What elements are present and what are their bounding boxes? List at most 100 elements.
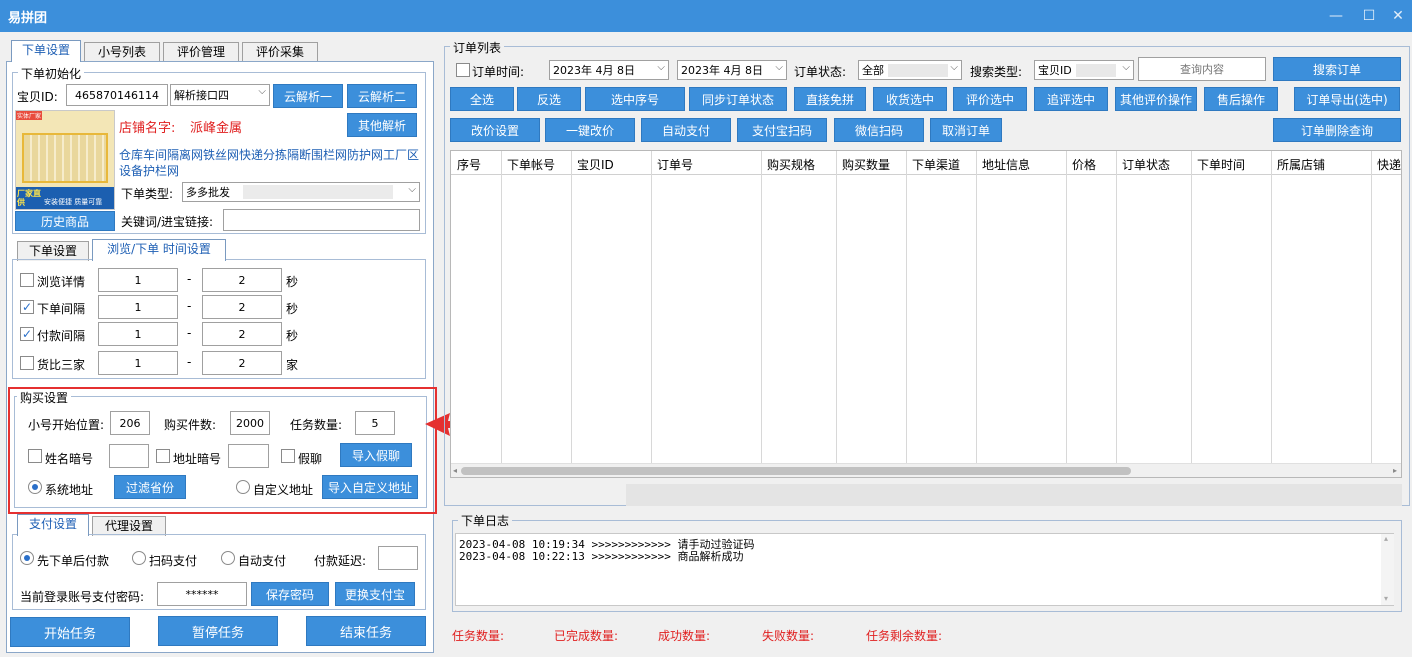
column-header[interactable]: 序号 [457,156,481,173]
direct-free-button[interactable]: 直接免拼 [794,87,866,111]
timing-min-input[interactable]: 1 [98,351,178,375]
timing-max-input[interactable]: 2 [202,268,282,292]
save-password-button[interactable]: 保存密码 [251,582,329,606]
filter-province-button[interactable]: 过滤省份 [114,475,186,499]
column-header[interactable]: 宝贝ID [577,156,614,173]
order-type-select[interactable]: 多多批发 ⌵ [182,182,420,202]
column-header[interactable]: 购买规格 [767,156,815,173]
pause-task-button[interactable]: 暂停任务 [158,616,278,646]
other-parse-button[interactable]: 其他解析 [347,113,417,137]
tab-review-collect[interactable]: 评价采集 [242,42,318,62]
close-icon[interactable]: ✕ [1388,6,1408,26]
column-header[interactable]: 下单渠道 [912,156,960,173]
after-sale-button[interactable]: 售后操作 [1204,87,1278,111]
addr-code-input[interactable] [228,444,269,468]
start-pos-input[interactable]: 206 [110,411,150,435]
minimize-icon[interactable]: — [1326,6,1346,26]
timing-max-input[interactable]: 2 [202,295,282,319]
scroll-up-icon[interactable]: ▴ [1384,534,1388,543]
receive-selected-button[interactable]: 收货选中 [873,87,947,111]
history-items-button[interactable]: 历史商品 [15,211,115,231]
qr-pay-radio[interactable] [132,551,146,565]
column-header[interactable]: 订单号 [657,156,693,173]
fake-chat-checkbox[interactable] [281,449,295,463]
pay-password-input[interactable]: ****** [157,582,247,606]
maximize-icon[interactable]: ☐ [1359,6,1379,26]
search-type-select[interactable]: 宝贝ID ⌵ [1034,60,1134,80]
tab-review-manage[interactable]: 评价管理 [163,42,239,62]
search-orders-button[interactable]: 搜索订单 [1273,57,1401,81]
name-code-input[interactable] [109,444,149,468]
scroll-right-icon[interactable]: ▸ [1393,466,1397,475]
log-textarea[interactable]: 2023-04-08 10:19:34 >>>>>>>>>>>> 请手动过验证码… [455,533,1394,606]
order-interval-checkbox[interactable]: ✓ [20,300,34,314]
system-address-radio[interactable] [28,480,42,494]
import-fake-chat-button[interactable]: 导入假聊 [340,443,412,467]
subtab-order-settings[interactable]: 下单设置 [17,241,89,261]
scroll-left-icon[interactable]: ◂ [453,466,457,475]
vertical-scrollbar[interactable]: ▴ ▾ [1381,534,1394,605]
item-id-input[interactable]: 465870146114 [66,84,168,106]
timing-max-input[interactable]: 2 [202,322,282,346]
query-input[interactable]: 查询内容 [1138,57,1266,81]
cloud-parse-1-button[interactable]: 云解析一 [273,84,343,108]
invert-select-button[interactable]: 反选 [517,87,581,111]
timing-max-input[interactable]: 2 [202,351,282,375]
auto-pay-button[interactable]: 自动支付 [641,118,731,142]
orders-table[interactable]: 序号 下单帐号 宝贝ID 订单号 购买规格 购买数量 下单渠道 地址信息 价格 … [450,150,1402,478]
tab-proxy-settings[interactable]: 代理设置 [92,516,166,536]
change-alipay-button[interactable]: 更换支付宝 [335,582,415,606]
import-custom-address-button[interactable]: 导入自定义地址 [322,475,418,499]
alipay-scan-button[interactable]: 支付宝扫码 [737,118,827,142]
qty-input[interactable]: 2000 [230,411,270,435]
tab-account-list[interactable]: 小号列表 [84,42,160,62]
column-header[interactable]: 订单状态 [1122,156,1170,173]
horizontal-scrollbar[interactable]: ◂ ▸ [451,463,1401,477]
column-header[interactable]: 地址信息 [982,156,1030,173]
cloud-parse-2-button[interactable]: 云解析二 [347,84,417,108]
pay-interval-checkbox[interactable]: ✓ [20,327,34,341]
one-click-price-button[interactable]: 一键改价 [545,118,635,142]
subtab-timing[interactable]: 浏览/下单 时间设置 [92,239,226,261]
timing-min-input[interactable]: 1 [98,322,178,346]
column-header[interactable]: 下单帐号 [507,156,555,173]
keyword-input[interactable] [223,209,420,231]
timing-min-input[interactable]: 1 [98,295,178,319]
auto-pay-radio[interactable] [221,551,235,565]
sync-status-button[interactable]: 同步订单状态 [689,87,787,111]
review-selected-button[interactable]: 评价选中 [953,87,1027,111]
compare-shops-checkbox[interactable] [20,356,34,370]
date-from-picker[interactable]: 2023年 4月 8日 ⌵ [549,60,669,80]
column-header[interactable]: 快递 [1377,156,1401,173]
column-header[interactable]: 购买数量 [842,156,890,173]
order-status-select[interactable]: 全部 ⌵ [858,60,962,80]
other-review-button[interactable]: 其他评价操作 [1115,87,1197,111]
column-header[interactable]: 所属店铺 [1277,156,1325,173]
start-task-button[interactable]: 开始任务 [10,617,130,647]
pay-after-order-radio[interactable] [20,551,34,565]
name-code-checkbox[interactable] [28,449,42,463]
followup-review-button[interactable]: 追评选中 [1034,87,1108,111]
cancel-order-button[interactable]: 取消订单 [930,118,1002,142]
wechat-scan-button[interactable]: 微信扫码 [834,118,924,142]
timing-min-input[interactable]: 1 [98,268,178,292]
column-header[interactable]: 价格 [1072,156,1096,173]
price-settings-button[interactable]: 改价设置 [450,118,540,142]
tab-pay-settings[interactable]: 支付设置 [17,514,89,536]
scrollbar-thumb[interactable] [461,467,1131,475]
select-index-button[interactable]: 选中序号 [585,87,685,111]
pay-delay-input[interactable] [378,546,418,570]
task-count-input[interactable]: 5 [355,411,395,435]
date-to-picker[interactable]: 2023年 4月 8日 ⌵ [677,60,787,80]
order-time-checkbox[interactable] [456,63,470,77]
api-select[interactable]: 解析接口四 ⌵ [170,84,270,106]
product-thumbnail[interactable]: 实体厂家 厂家直供 安装便捷 质量可靠 [15,110,115,210]
tab-order-settings[interactable]: 下单设置 [11,40,81,62]
select-all-button[interactable]: 全选 [450,87,514,111]
custom-address-radio[interactable] [236,480,250,494]
scroll-down-icon[interactable]: ▾ [1384,594,1388,603]
export-orders-button[interactable]: 订单导出(选中) [1294,87,1400,111]
end-task-button[interactable]: 结束任务 [306,616,426,646]
browse-detail-checkbox[interactable] [20,273,34,287]
addr-code-checkbox[interactable] [156,449,170,463]
